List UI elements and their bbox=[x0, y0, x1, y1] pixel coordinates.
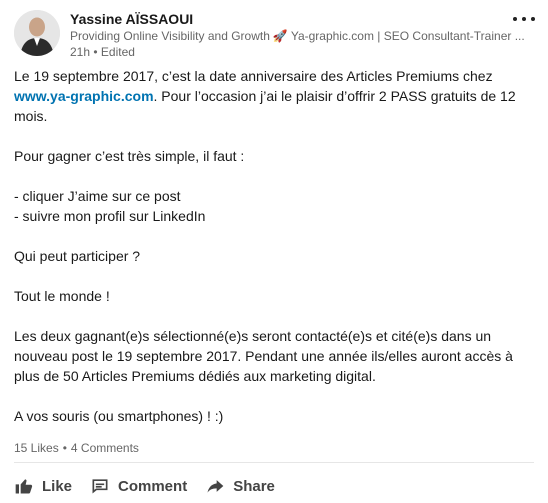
comments-count[interactable]: 4 Comments bbox=[71, 441, 139, 455]
comment-icon bbox=[92, 479, 108, 494]
post-paragraph-5: Les deux gagnant(e)s sélectionné(e)s ser… bbox=[14, 328, 513, 384]
post-header: Yassine AÏSSAOUI Providing Online Visibi… bbox=[14, 10, 539, 64]
author-headline: Providing Online Visibility and Growth 🚀 Y… bbox=[70, 28, 532, 44]
share-arrow-icon bbox=[207, 480, 224, 493]
post-paragraph-3: Qui peut participer ? bbox=[14, 248, 141, 264]
post-timestamp: 21h • Edited bbox=[70, 45, 135, 59]
more-horizontal-icon[interactable] bbox=[513, 12, 535, 26]
website-link[interactable]: www.ya-graphic.com bbox=[14, 88, 154, 104]
headline-part2: Ya-graphic.com | SEO Consultant-Trainer … bbox=[290, 29, 525, 43]
like-label: Like bbox=[42, 477, 73, 495]
author-block: Yassine AÏSSAOUI Providing Online Visibi… bbox=[70, 10, 525, 60]
post-bullet-1: - cliquer J’aime sur ce post bbox=[14, 188, 181, 204]
likes-count[interactable]: 15 Likes bbox=[14, 441, 59, 455]
avatar[interactable] bbox=[14, 10, 60, 56]
post-paragraph-6: A vos souris (ou smartphones) ! :) bbox=[14, 408, 224, 424]
like-button[interactable]: Like bbox=[14, 476, 72, 496]
paragraph-text: Le 19 septembre 2017, c’est la date anni… bbox=[14, 68, 493, 84]
social-counts: 15 Likes • 4 Comments bbox=[14, 441, 139, 455]
share-button[interactable]: Share bbox=[205, 476, 275, 496]
post-paragraph-1: Le 19 septembre 2017, c’est la date anni… bbox=[14, 66, 529, 126]
post-paragraph-2: Pour gagner c’est très simple, il faut : bbox=[14, 148, 245, 164]
post-bullet-2: - suivre mon profil sur LinkedIn bbox=[14, 208, 206, 224]
post-time: 21h bbox=[70, 45, 91, 59]
author-name[interactable]: Yassine AÏSSAOUI bbox=[70, 10, 520, 28]
divider bbox=[14, 462, 534, 463]
post-body: Le 19 septembre 2017, c’est la date anni… bbox=[14, 66, 529, 426]
thumbs-up-icon bbox=[15, 479, 33, 494]
rocket-icon: 🚀 bbox=[272, 29, 288, 43]
post-paragraph-4: Tout le monde ! bbox=[14, 288, 110, 304]
edited-label: Edited bbox=[100, 45, 135, 59]
action-bar: Like Comment Share bbox=[14, 474, 293, 498]
share-label: Share bbox=[233, 477, 275, 495]
comment-label: Comment bbox=[118, 477, 188, 495]
headline-part1: Providing Online Visibility and Growth bbox=[70, 29, 270, 43]
comment-button[interactable]: Comment bbox=[90, 476, 187, 496]
